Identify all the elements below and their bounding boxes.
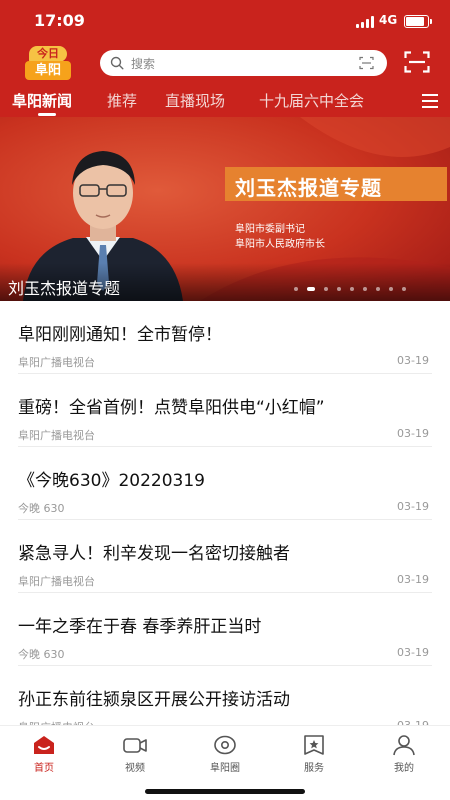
news-title: 孙正东前往颍泉区开展公开接访活动 [18,690,290,710]
tabbar-circle[interactable]: 阜阳圈 [195,734,255,774]
tabbar-label: 阜阳圈 [210,763,240,774]
menu-icon[interactable] [422,94,438,108]
channel-tabs: 阜阳新闻 推荐 直播现场 十九届六中全会 [0,86,450,117]
banner-title-line-2: 阜阳市人民政府市长 [235,239,325,250]
logo-name-text: 阜阳 [25,61,71,80]
carousel-dot[interactable] [294,287,298,291]
search-placeholder: 搜索 [131,57,156,71]
news-item[interactable]: 阜阳刚刚通知！全市暂停！ 阜阳广播电视台 03-19 [18,301,432,374]
tab-fuyang-news[interactable]: 阜阳新闻 [12,90,72,111]
news-date: 03-19 [397,354,429,367]
tab-recommend[interactable]: 推荐 [107,90,137,111]
news-item[interactable]: 重磅！全省首例！点赞阜阳供电“小红帽” 阜阳广播电视台 03-19 [18,374,432,447]
carousel-dot[interactable] [324,287,328,291]
tabbar-label: 服务 [304,763,324,774]
tabbar-label: 首页 [34,763,54,774]
status-time: 17:09 [34,11,85,30]
carousel-dot[interactable] [376,287,380,291]
carousel-dot[interactable] [363,287,367,291]
tabbar-me[interactable]: 我的 [374,734,434,774]
app-header: 17:09 4G 今日 阜阳 搜索 阜阳新闻 推荐 直播现场 十九届六中全会 [0,0,450,117]
network-type: 4G [379,13,398,27]
news-title: 一年之季在于春 春季养肝正当时 [18,617,262,637]
featured-banner[interactable]: 刘玉杰报道专题 阜阳市委副书记 阜阳市人民政府市长 刘玉杰报道专题 [0,117,450,301]
tabbar-service[interactable]: 服务 [284,734,344,774]
home-icon [34,736,54,754]
user-icon [393,735,415,756]
carousel-dot[interactable] [307,287,315,291]
qr-scan-icon[interactable] [404,51,430,73]
news-item[interactable]: 紧急寻人！利辛发现一名密切接触者 阜阳广播电视台 03-19 [18,520,432,593]
eye-circle-icon [214,735,236,755]
news-source: 阜阳广播电视台 [18,575,95,588]
scan-icon[interactable] [359,56,374,70]
news-title: 重磅！全省首例！点赞阜阳供电“小红帽” [18,398,325,418]
news-item[interactable]: 《今晚630》20220319 今晚 630 03-19 [18,447,432,520]
tabbar-label: 我的 [394,763,414,774]
signal-icon [356,16,374,28]
carousel-dot[interactable] [337,287,341,291]
news-source: 阜阳广播电视台 [18,429,95,442]
news-source: 今晚 630 [18,502,65,515]
news-date: 03-19 [397,427,429,440]
banner-headline: 刘玉杰报道专题 [235,176,382,200]
tabbar-label: 视频 [125,763,145,774]
active-tab-indicator [38,113,56,116]
news-title: 紧急寻人！利辛发现一名密切接触者 [18,544,290,564]
news-date: 03-19 [397,646,429,659]
banner-title-line-1: 阜阳市委副书记 [235,224,305,235]
search-input[interactable]: 搜索 [100,50,387,76]
app-logo[interactable]: 今日 阜阳 [25,46,71,80]
tab-live[interactable]: 直播现场 [165,90,225,111]
home-indicator [145,789,305,794]
news-source: 今晚 630 [18,648,65,661]
news-title: 阜阳刚刚通知！全市暂停！ [18,325,222,345]
video-icon [123,738,147,753]
tab-plenary[interactable]: 十九届六中全会 [259,90,364,111]
carousel-dot[interactable] [350,287,354,291]
status-bar: 17:09 4G [0,0,450,40]
battery-icon [404,15,432,28]
search-icon [110,56,124,70]
banner-caption: 刘玉杰报道专题 [8,279,121,298]
carousel-dot[interactable] [402,287,406,291]
tabbar-home[interactable]: 首页 [14,734,74,774]
news-date: 03-19 [397,573,429,586]
news-date: 03-19 [397,500,429,513]
logo-top-text: 今日 [29,46,67,62]
news-source: 阜阳广播电视台 [18,356,95,369]
news-title: 《今晚630》20220319 [18,471,205,491]
carousel-dot[interactable] [389,287,393,291]
service-star-icon [304,735,324,755]
tabbar-video[interactable]: 视频 [105,734,165,774]
news-item[interactable]: 一年之季在于春 春季养肝正当时 今晚 630 03-19 [18,593,432,666]
